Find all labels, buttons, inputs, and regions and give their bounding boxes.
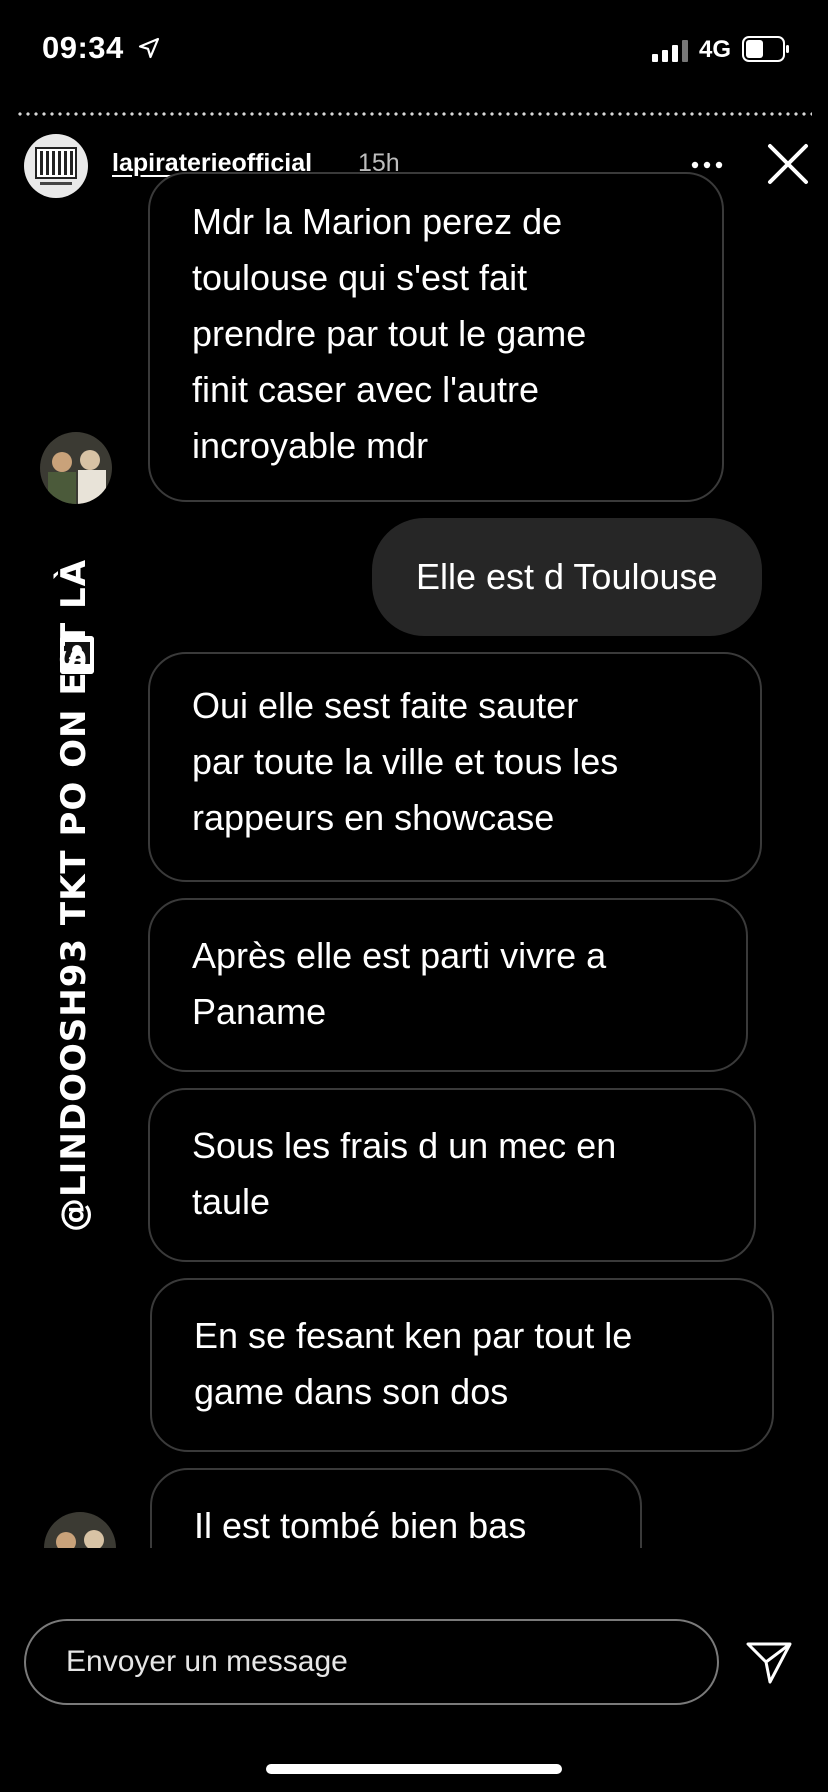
message-line: par toute la ville et tous les xyxy=(192,741,619,782)
story-progress-bar xyxy=(16,112,812,116)
message-line: Oui elle sest faite sauter xyxy=(192,685,579,726)
message-line: rappeurs en showcase xyxy=(192,797,555,838)
overlay-mention-text: @LINDOOSH93 TKT PO ON EST LÀ xyxy=(54,558,94,1232)
close-icon[interactable] xyxy=(766,142,810,186)
brand-logo-avatar[interactable] xyxy=(24,134,88,198)
sender-avatar xyxy=(40,432,112,504)
sender-photo-icon xyxy=(40,432,112,504)
message-line: Mdr la Marion perez de xyxy=(192,201,563,242)
cellular-signal-icon xyxy=(652,40,688,62)
message-line: prendre par tout le game xyxy=(192,313,587,354)
status-time: 09:34 xyxy=(42,30,124,65)
message-line: incroyable mdr xyxy=(192,425,429,466)
message-line: taule xyxy=(192,1181,271,1222)
message-bubble-incoming: En se fesant ken par tout le game dans s… xyxy=(150,1278,774,1452)
message-line: toulouse qui s'est fait xyxy=(192,257,528,298)
message-line: Elle est d Toulouse xyxy=(416,556,718,597)
message-line: finit caser avec l'autre xyxy=(192,369,540,410)
message-bubble-incoming: Après elle est parti vivre a Paname xyxy=(148,898,748,1072)
message-input-placeholder: Envoyer un message xyxy=(66,1645,348,1678)
home-indicator[interactable] xyxy=(266,1764,562,1774)
message-bubble-outgoing: Elle est d Toulouse xyxy=(372,518,762,636)
brand-logo-icon xyxy=(35,147,77,185)
message-bubble-incoming: Mdr la Marion perez de toulouse qui s'es… xyxy=(148,172,724,502)
message-bubble-incoming: Sous les frais d un mec en taule xyxy=(148,1088,756,1262)
message-line: Il est tombé bien bas xyxy=(194,1505,527,1546)
message-bubble-incoming: Oui elle sest faite sauter par toute la … xyxy=(148,652,762,882)
message-line: En se fesant ken par tout le xyxy=(194,1315,633,1356)
message-line: game dans son dos xyxy=(194,1371,509,1412)
send-paper-plane-icon[interactable] xyxy=(744,1638,794,1688)
network-type: 4G xyxy=(699,36,732,63)
location-arrow-icon xyxy=(138,37,160,59)
battery-icon xyxy=(742,36,789,62)
message-line: Sous les frais d un mec en xyxy=(192,1125,617,1166)
screenshot-crop-edge xyxy=(0,1548,828,1608)
message-line: Après elle est parti vivre a xyxy=(192,935,607,976)
message-line: Paname xyxy=(192,991,327,1032)
